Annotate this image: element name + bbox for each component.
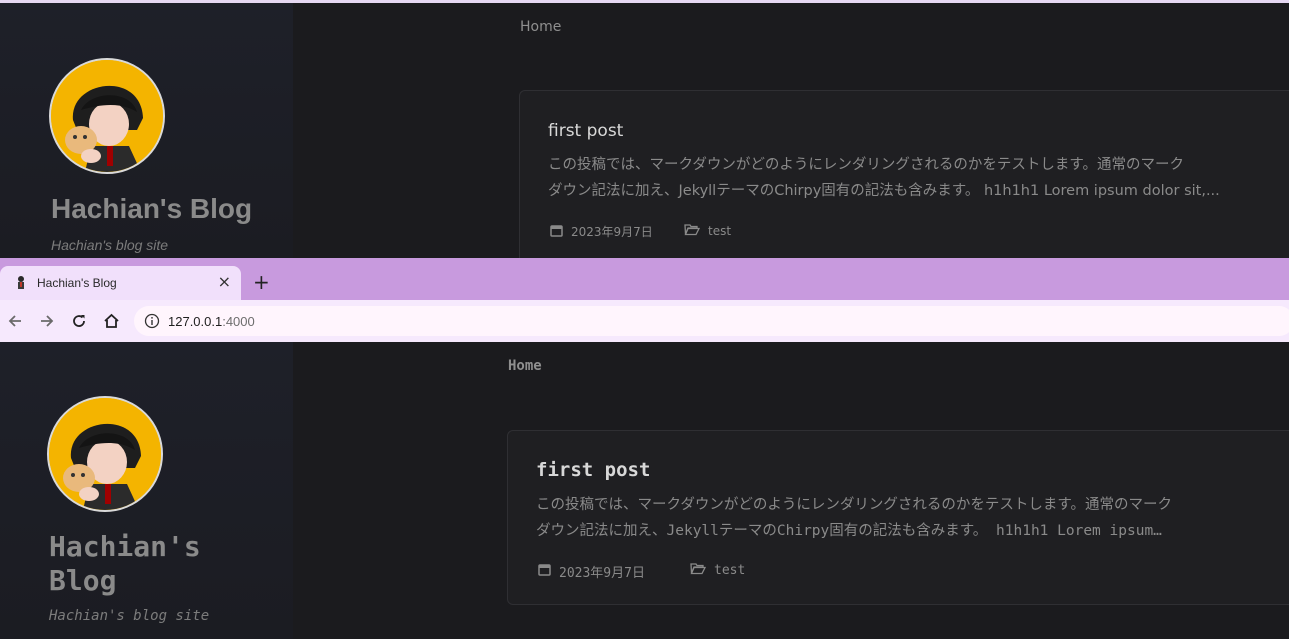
breadcrumb[interactable]: Home [520,19,561,35]
post-excerpt-line1: この投稿では、マークダウンがどのようにレンダリングされるのかをテストします。通常… [548,157,1184,173]
home-icon [103,313,119,328]
post-excerpt-line2: ダウン記法に加え、JekyllテーマのChirpy固有の記法も含みます。 h1h… [548,183,1220,199]
forward-button[interactable] [37,311,57,331]
site-title[interactable]: Hachian's Blog [51,193,252,225]
post-excerpt-line2: ダウン記法に加え、JekyllテーマのChirpy固有の記法も含みます。 h1h… [536,523,1162,539]
blog-view-bottom: Hachian's Blog Hachian's blog site Home … [0,342,1289,639]
post-card[interactable]: first post この投稿では、マークダウンがどのようにレンダリングされるの… [519,90,1289,261]
arrow-left-icon [8,315,21,327]
home-button[interactable] [101,311,121,331]
breadcrumb[interactable]: Home [508,358,542,374]
site-title-line2[interactable]: Blog [49,564,116,598]
favicon-icon [14,275,28,291]
reload-icon [73,315,85,327]
address-bar[interactable]: 127.0.0.1:4000 [134,306,1289,336]
browser-chrome: Hachian's Blog × + 127.0.0.1:4000 [0,258,1289,342]
post-category[interactable]: test [690,562,745,579]
tab-active[interactable]: Hachian's Blog × [0,266,241,300]
folder-open-icon [690,562,707,579]
tab-title: Hachian's Blog [37,276,117,290]
folder-open-icon [684,223,701,239]
post-excerpt-line1: この投稿では、マークダウンがどのようにレンダリングされるのかをテストします。通常… [536,497,1172,513]
post-card[interactable]: first post この投稿では、マークダウンがどのようにレンダリングされるの… [507,430,1289,605]
info-icon[interactable] [144,313,160,329]
avatar[interactable] [47,396,163,512]
avatar[interactable] [49,58,165,174]
url-host[interactable]: 127.0.0.1 [168,314,222,329]
browser-toolbar: 127.0.0.1:4000 [0,300,1289,342]
reload-button[interactable] [69,311,89,331]
post-category[interactable]: test [684,223,731,239]
calendar-icon [538,563,551,580]
site-subtitle: Hachian's blog site [49,608,210,624]
back-button[interactable] [5,311,25,331]
calendar-icon [550,224,563,240]
post-date-text: 2023年9月7日 [571,225,653,239]
tab-close-button[interactable]: × [218,274,231,290]
post-date-text: 2023年9月7日 [559,566,645,581]
post-title[interactable]: first post [536,459,650,481]
site-subtitle: Hachian's blog site [51,237,169,253]
url-port[interactable]: :4000 [222,314,255,329]
blog-view-top: Hachian's Blog Hachian's blog site Home … [0,0,1289,261]
sidebar: Hachian's Blog Hachian's blog site [0,3,293,261]
post-category-text[interactable]: test [714,563,745,578]
tab-strip: Hachian's Blog × + [0,258,1289,300]
post-category-text[interactable]: test [708,224,731,238]
sidebar: Hachian's Blog Hachian's blog site [0,342,293,639]
site-title-line1[interactable]: Hachian's [49,530,201,564]
arrow-right-icon [41,315,54,327]
post-date: 2023年9月7日 [550,223,653,240]
new-tab-button[interactable]: + [253,272,270,292]
post-date: 2023年9月7日 [538,562,645,581]
post-title[interactable]: first post [548,121,623,141]
